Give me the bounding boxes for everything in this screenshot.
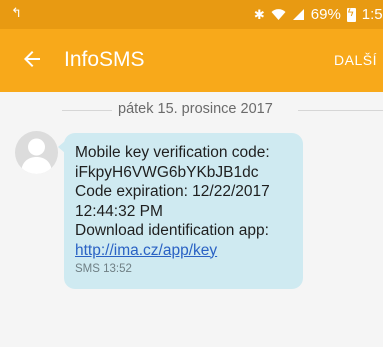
message-bubble[interactable]: Mobile key verification code: iFkpyH6VWG… xyxy=(58,133,303,289)
divider-line xyxy=(298,110,383,111)
message-line: 12:44:32 PM xyxy=(75,202,163,220)
divider-line xyxy=(62,110,112,111)
more-button[interactable]: DALŠÍ xyxy=(334,52,377,68)
download-link[interactable]: http://ima.cz/app/key xyxy=(75,241,303,261)
date-divider: pátek 15. prosince 2017 xyxy=(0,100,383,122)
message-line: iFkpyH6VWG6bYKbJB1dc xyxy=(75,163,259,181)
message-line: Download identification app: xyxy=(75,222,269,239)
battery-percent: 69% xyxy=(310,6,341,23)
status-icons: ✱ 69% 1:54 xyxy=(254,6,383,23)
message-line: Code expiration: 12/22/2017 xyxy=(75,183,270,200)
battery-charging-icon xyxy=(346,7,356,22)
clock: 1:54 xyxy=(361,6,383,23)
app-bar: InfoSMS DALŠÍ xyxy=(0,29,383,92)
page-title: InfoSMS xyxy=(64,48,145,71)
message-timestamp: SMS 13:52 xyxy=(75,263,132,275)
message-line: Mobile key verification code: xyxy=(75,144,270,161)
status-bar: ↰ ✱ 69% 1:54 xyxy=(0,0,383,29)
cell-signal-icon xyxy=(292,9,304,20)
date-label: pátek 15. prosince 2017 xyxy=(118,101,273,117)
bluetooth-icon: ✱ xyxy=(253,6,265,22)
avatar[interactable] xyxy=(15,131,58,174)
wifi-icon xyxy=(271,9,286,20)
sim-signal-icon: ↰ xyxy=(11,5,22,20)
person-icon xyxy=(21,138,52,174)
back-arrow-icon[interactable] xyxy=(20,47,44,71)
